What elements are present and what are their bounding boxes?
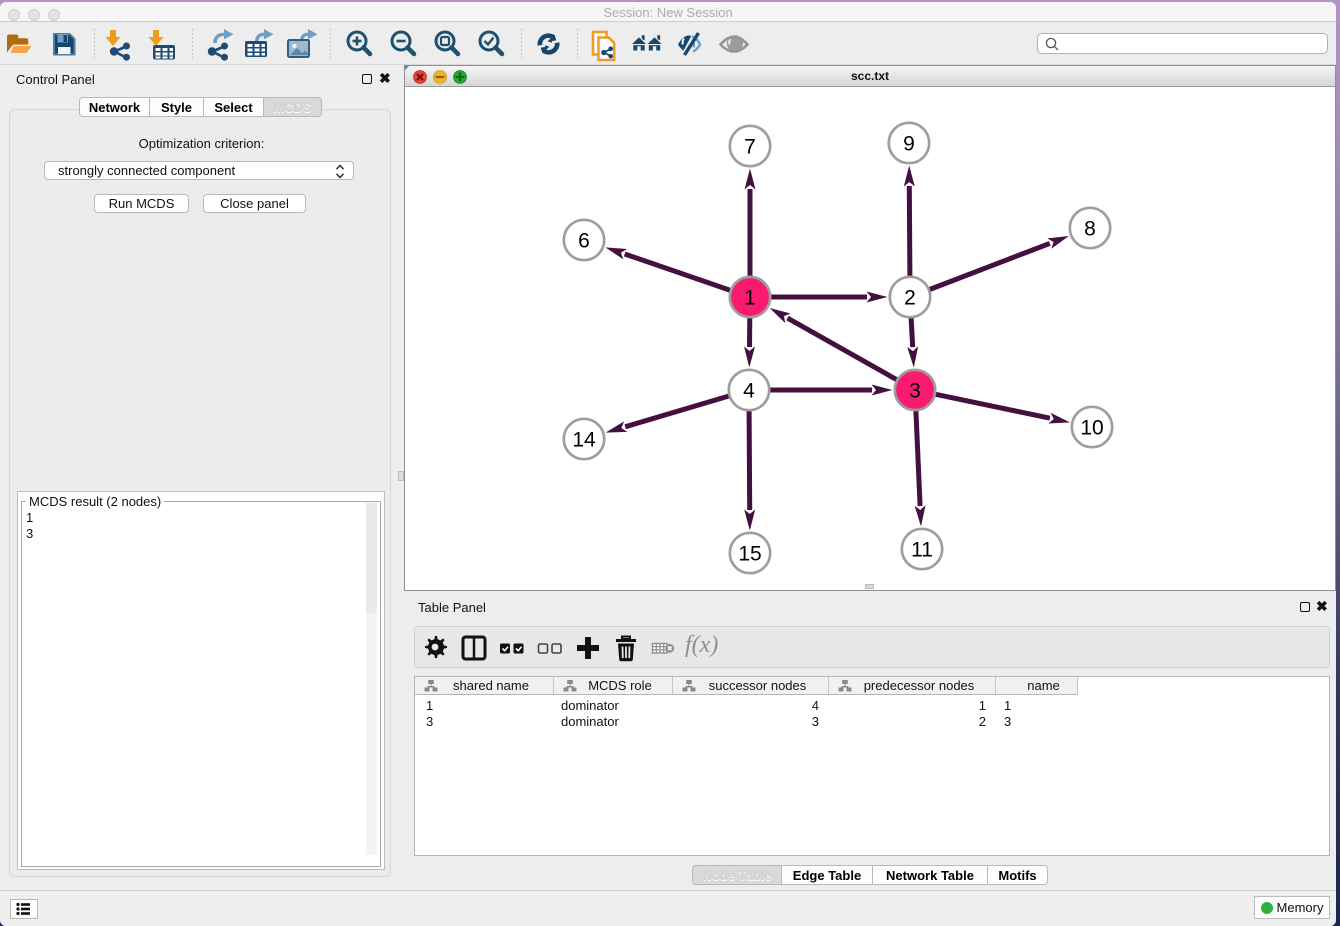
svg-text:6: 6	[578, 230, 590, 253]
svg-text:7: 7	[744, 136, 756, 159]
svg-text:15: 15	[738, 543, 761, 566]
svg-text:11: 11	[911, 539, 933, 562]
svg-text:4: 4	[743, 380, 755, 403]
svg-text:10: 10	[1080, 417, 1103, 440]
svg-text:3: 3	[909, 380, 921, 403]
svg-text:1: 1	[744, 287, 756, 310]
svg-text:9: 9	[903, 133, 915, 156]
svg-text:14: 14	[572, 429, 596, 452]
svg-text:8: 8	[1084, 218, 1096, 241]
svg-text:2: 2	[904, 287, 916, 310]
